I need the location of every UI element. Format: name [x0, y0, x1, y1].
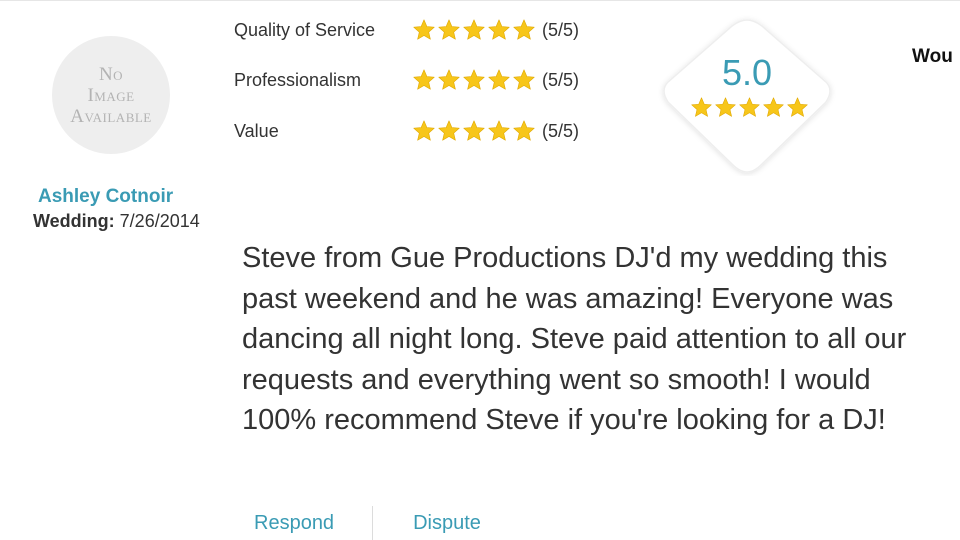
- star-icon: [738, 96, 761, 119]
- star-icon: [462, 68, 486, 92]
- rating-row-value: Value (5/5): [234, 116, 579, 146]
- star-icon: [762, 96, 785, 119]
- reviewer-name[interactable]: Ashley Cotnoir: [38, 186, 173, 208]
- star-icon: [786, 96, 809, 119]
- review-actions: Respond Dispute: [254, 506, 481, 540]
- rating-label: Value: [234, 120, 279, 141]
- avatar-placeholder: No Image Available: [52, 36, 170, 154]
- star-icon: [714, 96, 737, 119]
- star-icon: [487, 18, 511, 42]
- avatar-text-line: Available: [70, 105, 152, 127]
- wedding-date: 7/26/2014: [119, 211, 200, 231]
- star-icon: [512, 68, 536, 92]
- rating-row-quality: Quality of Service (5/5): [234, 15, 579, 45]
- star-icon: [487, 119, 511, 143]
- star-rating: [412, 68, 537, 92]
- star-icon: [487, 68, 511, 92]
- dispute-link[interactable]: Dispute: [413, 512, 481, 535]
- truncated-side-heading: Wou: [912, 46, 953, 67]
- star-icon: [412, 119, 436, 143]
- avatar-text-line: Image: [87, 84, 135, 106]
- star-icon: [437, 119, 461, 143]
- top-divider: [0, 0, 960, 1]
- rating-row-professionalism: Professionalism (5/5): [234, 65, 579, 95]
- star-icon: [412, 68, 436, 92]
- diamond-badge-shape: [663, 19, 831, 173]
- wedding-date-line: Wedding: 7/26/2014: [33, 211, 200, 232]
- review-body: Steve from Gue Productions DJ'd my weddi…: [242, 242, 907, 436]
- star-icon: [437, 68, 461, 92]
- respond-link[interactable]: Respond: [254, 512, 334, 535]
- star-icon: [512, 119, 536, 143]
- star-icon: [412, 18, 436, 42]
- rating-label: Quality of Service: [234, 19, 376, 40]
- overall-score: 5.0: [721, 52, 773, 93]
- action-divider: [372, 506, 374, 540]
- overall-star-rating: [690, 96, 810, 119]
- rating-label: Professionalism: [234, 69, 362, 90]
- avatar-text-line: No: [98, 63, 124, 85]
- star-icon: [462, 18, 486, 42]
- star-icon: [690, 96, 713, 119]
- rating-score: (5/5): [542, 69, 580, 90]
- wedding-label: Wedding:: [33, 211, 115, 231]
- overall-rating-badge: 5.0: [654, 14, 840, 176]
- rating-score: (5/5): [542, 19, 580, 40]
- star-rating: [412, 119, 537, 143]
- star-icon: [437, 18, 461, 42]
- star-rating: [412, 18, 537, 42]
- star-icon: [462, 119, 486, 143]
- rating-score: (5/5): [542, 120, 580, 141]
- star-icon: [512, 18, 536, 42]
